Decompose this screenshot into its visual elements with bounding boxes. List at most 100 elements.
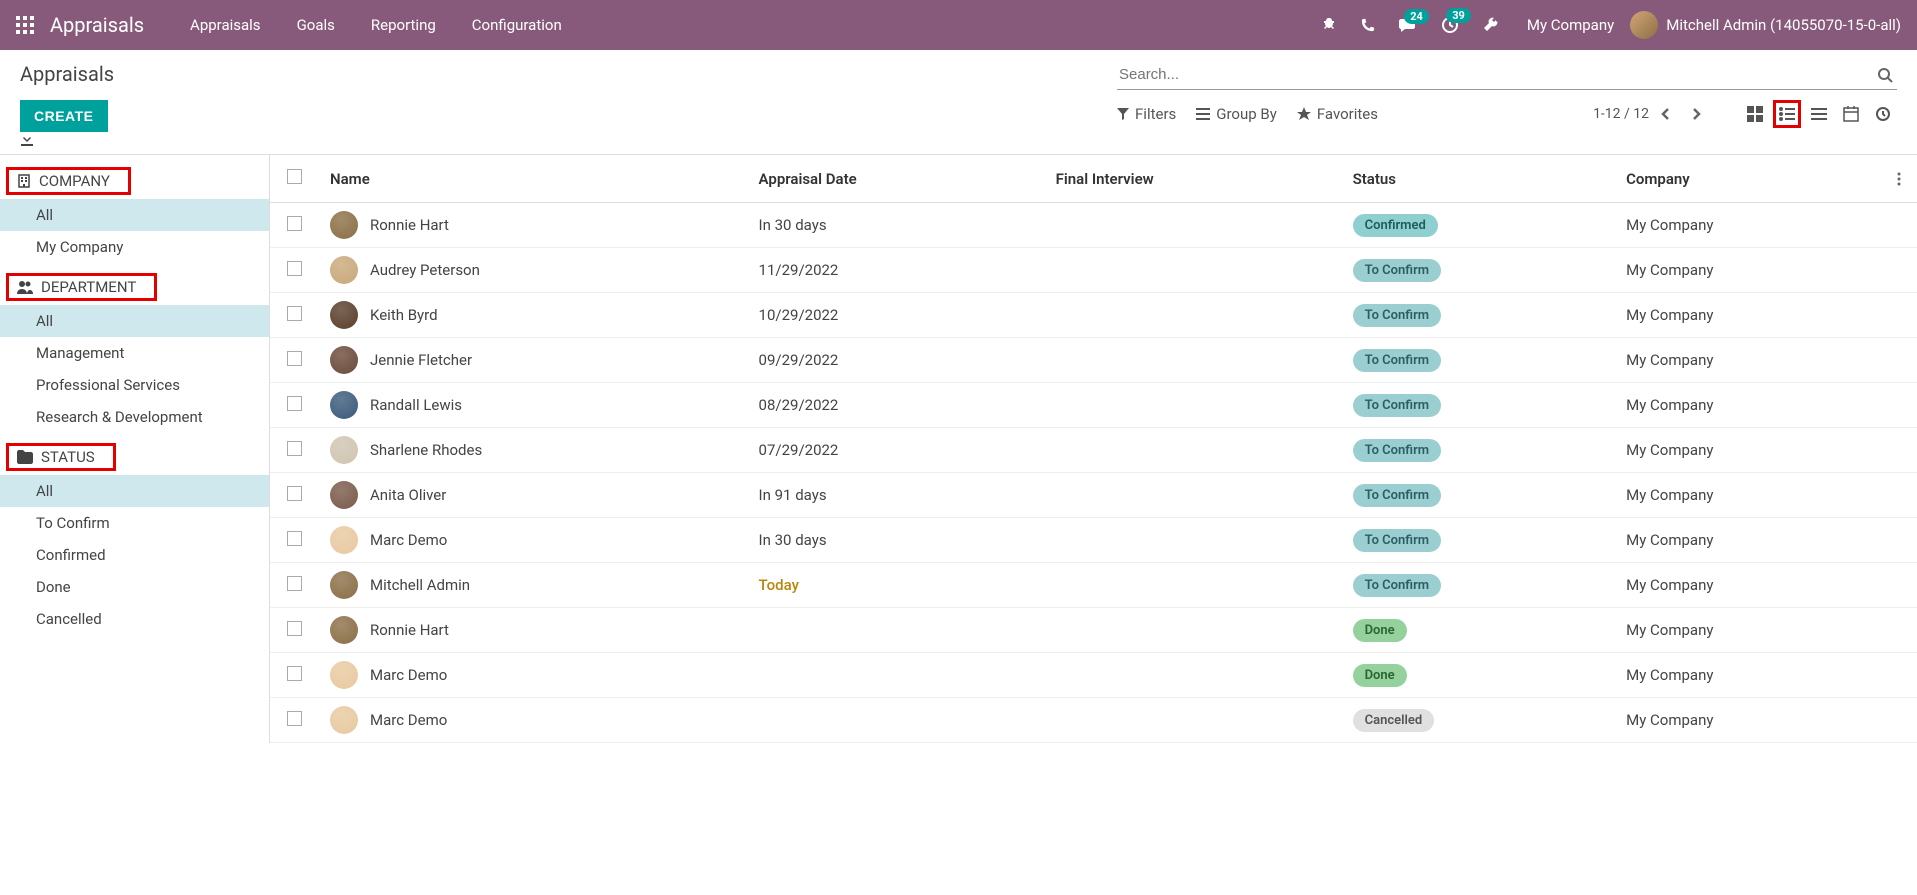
table-row[interactable]: Ronnie HartDoneMy Company bbox=[270, 608, 1917, 653]
table-row[interactable]: Audrey Peterson11/29/2022To ConfirmMy Co… bbox=[270, 248, 1917, 293]
appraisals-table: Name Appraisal Date Final Interview Stat… bbox=[270, 155, 1917, 743]
status-badge: To Confirm bbox=[1353, 439, 1441, 462]
status-badge: Done bbox=[1353, 664, 1407, 687]
row-checkbox[interactable] bbox=[287, 261, 302, 276]
apps-icon[interactable] bbox=[16, 16, 34, 34]
table-area: Name Appraisal Date Final Interview Stat… bbox=[270, 155, 1917, 743]
employee-name: Marc Demo bbox=[370, 531, 447, 549]
row-checkbox[interactable] bbox=[287, 576, 302, 591]
sidebar-header-label: COMPANY bbox=[39, 172, 110, 190]
company-cell: My Company bbox=[1614, 203, 1885, 248]
sidebar-header-status[interactable]: STATUS bbox=[6, 443, 116, 471]
row-checkbox[interactable] bbox=[287, 306, 302, 321]
activities-icon[interactable]: 39 bbox=[1429, 16, 1471, 34]
status-badge: To Confirm bbox=[1353, 529, 1441, 552]
download-icon[interactable] bbox=[20, 132, 120, 146]
groupby-button[interactable]: Group By bbox=[1196, 105, 1277, 123]
company-cell: My Company bbox=[1614, 428, 1885, 473]
col-status[interactable]: Status bbox=[1341, 155, 1615, 203]
row-checkbox[interactable] bbox=[287, 441, 302, 456]
messages-badge: 24 bbox=[1404, 9, 1429, 24]
avatar bbox=[330, 256, 358, 284]
sidebar-item[interactable]: Management bbox=[0, 337, 269, 369]
col-options[interactable] bbox=[1885, 155, 1917, 203]
nav-goals[interactable]: Goals bbox=[279, 16, 353, 34]
sidebar-item[interactable]: Done bbox=[0, 571, 269, 603]
sidebar-item[interactable]: Professional Services bbox=[0, 369, 269, 401]
sidebar-item[interactable]: All bbox=[0, 305, 269, 337]
table-row[interactable]: Mitchell AdminTodayTo ConfirmMy Company bbox=[270, 563, 1917, 608]
filters-button[interactable]: Filters bbox=[1117, 105, 1176, 123]
table-row[interactable]: Marc DemoDoneMy Company bbox=[270, 653, 1917, 698]
table-row[interactable]: Ronnie HartIn 30 daysConfirmedMy Company bbox=[270, 203, 1917, 248]
building-icon bbox=[17, 174, 31, 188]
company-selector[interactable]: My Company bbox=[1511, 16, 1630, 34]
tools-icon[interactable] bbox=[1471, 17, 1511, 33]
user-menu[interactable]: Mitchell Admin (14055070-15-0-all) bbox=[1630, 11, 1901, 39]
sidebar-item[interactable]: All bbox=[0, 199, 269, 231]
col-name[interactable]: Name bbox=[318, 155, 747, 203]
sidebar-item[interactable]: Cancelled bbox=[0, 603, 269, 635]
col-company[interactable]: Company bbox=[1614, 155, 1885, 203]
row-checkbox[interactable] bbox=[287, 711, 302, 726]
create-button[interactable]: CREATE bbox=[20, 100, 108, 132]
view-gantt[interactable] bbox=[1869, 100, 1897, 128]
col-date[interactable]: Appraisal Date bbox=[747, 155, 1044, 203]
table-row[interactable]: Sharlene Rhodes07/29/2022To ConfirmMy Co… bbox=[270, 428, 1917, 473]
view-list[interactable] bbox=[1773, 100, 1801, 128]
nav-appraisals[interactable]: Appraisals bbox=[172, 16, 279, 34]
table-row[interactable]: Keith Byrd10/29/2022To ConfirmMy Company bbox=[270, 293, 1917, 338]
bug-icon[interactable] bbox=[1309, 17, 1349, 33]
avatar bbox=[330, 526, 358, 554]
final-interview bbox=[1044, 473, 1341, 518]
search-icon[interactable] bbox=[1873, 63, 1897, 87]
row-checkbox[interactable] bbox=[287, 666, 302, 681]
select-all-checkbox[interactable] bbox=[287, 169, 302, 184]
brand-title[interactable]: Appraisals bbox=[50, 13, 144, 37]
favorites-button[interactable]: Favorites bbox=[1297, 105, 1378, 123]
table-row[interactable]: Jennie Fletcher09/29/2022To ConfirmMy Co… bbox=[270, 338, 1917, 383]
view-activity[interactable] bbox=[1805, 100, 1833, 128]
row-checkbox[interactable] bbox=[287, 531, 302, 546]
employee-name: Jennie Fletcher bbox=[370, 351, 472, 369]
sidebar-item[interactable]: Research & Development bbox=[0, 401, 269, 433]
table-row[interactable]: Marc DemoCancelledMy Company bbox=[270, 698, 1917, 743]
row-checkbox[interactable] bbox=[287, 486, 302, 501]
pager-next[interactable] bbox=[1683, 103, 1709, 125]
sidebar-item[interactable]: My Company bbox=[0, 231, 269, 263]
pager: 1-12 / 12 bbox=[1593, 103, 1709, 125]
navbar: Appraisals Appraisals Goals Reporting Co… bbox=[0, 0, 1917, 50]
view-calendar[interactable] bbox=[1837, 100, 1865, 128]
sidebar-header-company[interactable]: COMPANY bbox=[6, 167, 131, 195]
pager-prev[interactable] bbox=[1653, 103, 1679, 125]
sidebar-item[interactable]: All bbox=[0, 475, 269, 507]
row-checkbox[interactable] bbox=[287, 621, 302, 636]
view-kanban[interactable] bbox=[1741, 100, 1769, 128]
sidebar-header-department[interactable]: DEPARTMENT bbox=[6, 273, 157, 301]
phone-icon[interactable] bbox=[1349, 18, 1387, 32]
col-final[interactable]: Final Interview bbox=[1044, 155, 1341, 203]
filters-label: Filters bbox=[1135, 105, 1176, 123]
appraisal-date bbox=[747, 698, 1044, 743]
avatar bbox=[330, 346, 358, 374]
row-checkbox[interactable] bbox=[287, 396, 302, 411]
search-input[interactable] bbox=[1117, 62, 1873, 87]
search-bar bbox=[1117, 62, 1897, 90]
row-checkbox[interactable] bbox=[287, 216, 302, 231]
messages-icon[interactable]: 24 bbox=[1387, 17, 1429, 33]
row-checkbox[interactable] bbox=[287, 351, 302, 366]
avatar bbox=[330, 211, 358, 239]
table-row[interactable]: Randall Lewis08/29/2022To ConfirmMy Comp… bbox=[270, 383, 1917, 428]
appraisal-date: Today bbox=[747, 563, 1044, 608]
table-row[interactable]: Marc DemoIn 30 daysTo ConfirmMy Company bbox=[270, 518, 1917, 563]
users-icon bbox=[17, 280, 33, 294]
table-row[interactable]: Anita OliverIn 91 daysTo ConfirmMy Compa… bbox=[270, 473, 1917, 518]
appraisal-date: 10/29/2022 bbox=[747, 293, 1044, 338]
appraisal-date: In 30 days bbox=[747, 518, 1044, 563]
avatar bbox=[330, 436, 358, 464]
sidebar-item[interactable]: Confirmed bbox=[0, 539, 269, 571]
sidebar-item[interactable]: To Confirm bbox=[0, 507, 269, 539]
nav-configuration[interactable]: Configuration bbox=[454, 16, 580, 34]
avatar bbox=[330, 481, 358, 509]
nav-reporting[interactable]: Reporting bbox=[353, 16, 454, 34]
